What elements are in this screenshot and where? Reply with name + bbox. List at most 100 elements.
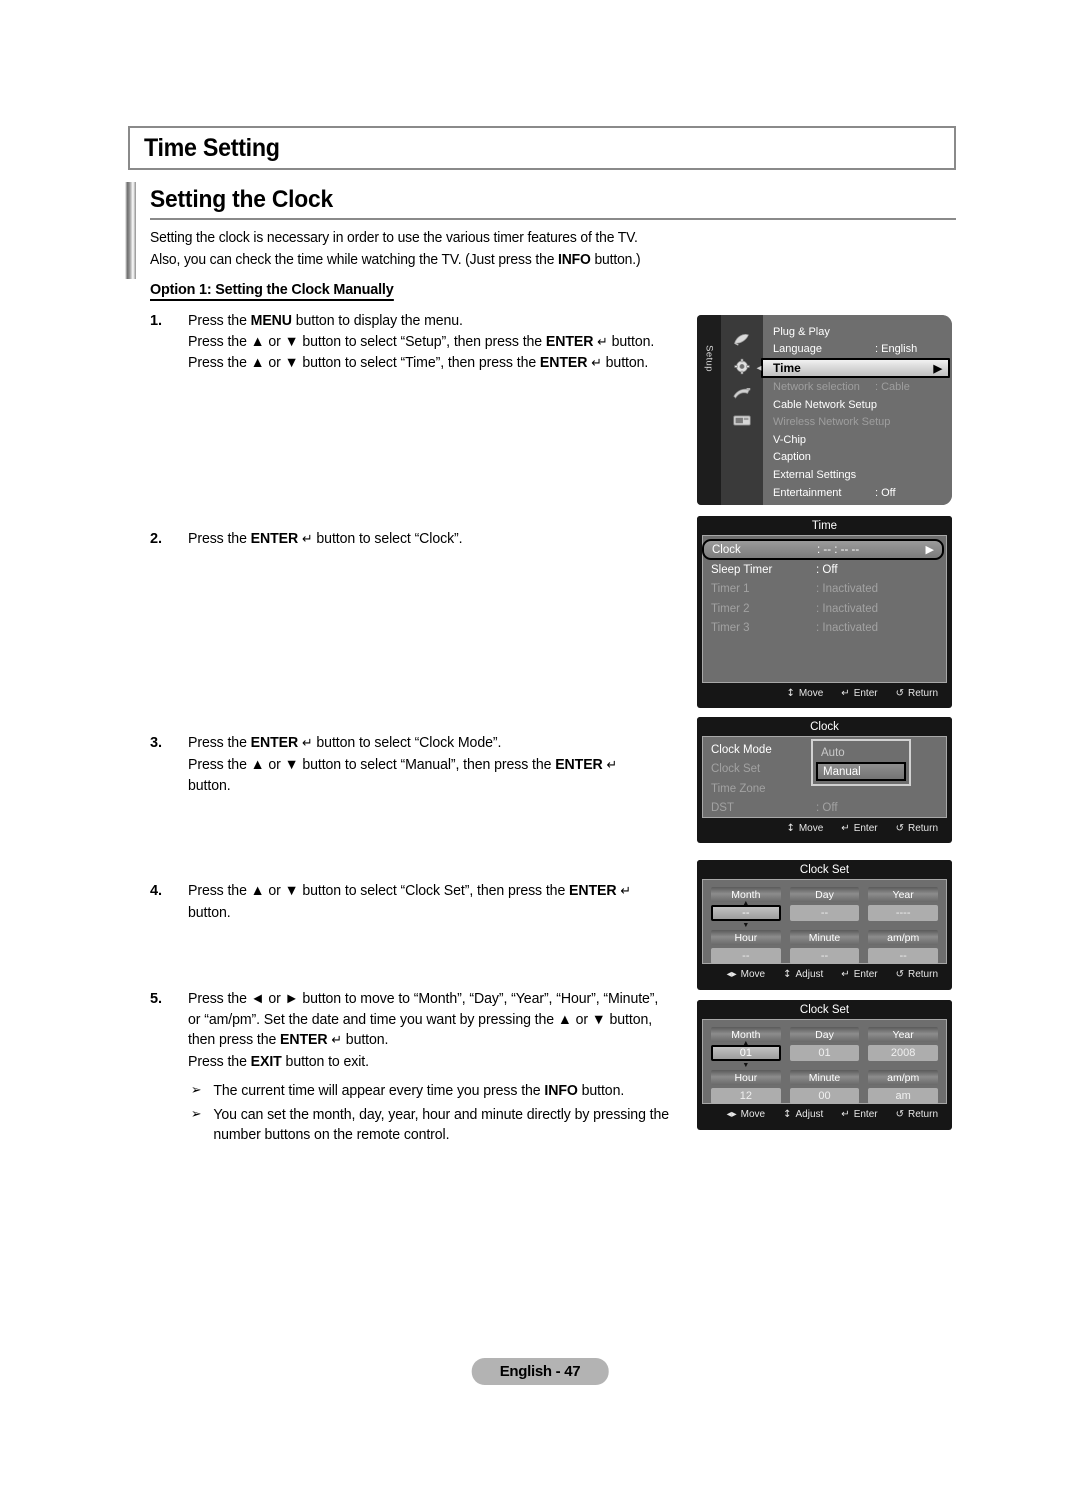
clock-set-cell-minute[interactable]: Minute -- [789, 930, 860, 964]
gear-icon [734, 358, 750, 375]
info-button-label: INFO [558, 252, 591, 268]
enter-key-icon: ↵ [301, 736, 313, 751]
enter-key-icon: ↵ [606, 757, 618, 773]
dropdown-option-auto[interactable]: Auto [816, 744, 906, 762]
hint-move: ↕ Move [786, 823, 823, 834]
updown-arrow-icon: ↕ [783, 968, 792, 980]
setup-item-time[interactable]: ◄ Time ▶ [755, 358, 950, 379]
clock-set-grid: Month 01 ▲ ▼ Day 01 Year 2008 Hour 12 Mi… [711, 1027, 938, 1104]
clock-set-cell-month[interactable]: Month 01 ▲ ▼ [711, 1027, 781, 1069]
hint-label: Enter [853, 1108, 878, 1120]
cell-value[interactable]: 12 [711, 1088, 781, 1104]
cell-value[interactable]: am [868, 1088, 938, 1104]
time-item-sleep-timer[interactable]: Sleep Timer : Off [703, 560, 946, 580]
clock-set-cell-month[interactable]: Month -- ▲ ▼ [711, 887, 781, 929]
info-button-label: INFO [544, 1083, 578, 1099]
setup-item-label: Entertainment [773, 486, 842, 499]
setup-item-plug-and-play[interactable]: Plug & Play [763, 323, 952, 341]
setup-item-label: Language [773, 343, 822, 356]
setup-item-cable-network-setup[interactable]: Cable Network Setup [763, 396, 952, 414]
note-1-part-a: The current time will appear every time … [213, 1083, 545, 1099]
osd-clock-set-empty: Clock Set Month -- ▲ ▼ Day -- Year ---- [697, 860, 952, 990]
hint-label: Move [798, 687, 824, 699]
setup-item-entertainment[interactable]: Entertainment : Off [763, 484, 952, 502]
hint-return: ↺ Return [896, 688, 938, 699]
time-item-timer-2[interactable]: Timer 2 : Inactivated [703, 599, 946, 619]
time-item-value: : Inactivated [816, 622, 879, 635]
up-arrow-icon: ▲ [742, 1040, 750, 1047]
clock-set-cell-ampm[interactable]: am/pm am [868, 1070, 938, 1104]
cell-value[interactable]: -- [711, 905, 781, 921]
clock-item-value: : Off [816, 802, 838, 815]
leftright-arrow-icon: ◂▸ [726, 968, 737, 980]
cell-value[interactable]: 01 [789, 1045, 860, 1061]
down-arrow-icon: ▼ [742, 1062, 750, 1069]
setup-item-v-chip[interactable]: V-Chip [763, 431, 952, 449]
s5l4a: Press the [188, 1053, 251, 1070]
updown-arrow-icon: ↕ [783, 1108, 792, 1120]
hint-move: ◂▸ Move [727, 1109, 766, 1120]
time-item-label: Sleep Timer [711, 563, 773, 576]
dropdown-option-manual[interactable]: Manual [816, 762, 906, 781]
time-item-timer-3[interactable]: Timer 3 : Inactivated [703, 619, 946, 639]
return-arrow-icon: ↺ [895, 687, 904, 699]
clock-set-cell-hour[interactable]: Hour -- [711, 930, 781, 964]
step-1-line-2: Press the ▲ or ▼ button to select “Setup… [188, 332, 682, 354]
clock-set-cell-minute[interactable]: Minute 00 [789, 1070, 860, 1104]
note-1: ➢ The current time will appear every tim… [188, 1081, 682, 1102]
enter-key-icon: ↵ [301, 532, 313, 547]
step-3-body: Press the ENTER ↵ button to select “Cloc… [188, 733, 682, 797]
cell-value[interactable]: -- [868, 948, 938, 964]
clock-set-cell-ampm[interactable]: am/pm -- [868, 930, 938, 964]
clock-set-filled-title: Clock Set [697, 1000, 952, 1019]
cell-value[interactable]: -- [711, 948, 781, 964]
cell-value[interactable]: ---- [868, 905, 938, 921]
cell-value[interactable]: 01 [711, 1045, 781, 1061]
clock-item-label: Clock Set [711, 763, 761, 776]
return-arrow-icon: ↺ [895, 968, 904, 980]
hint-label: Return [907, 687, 938, 699]
clock-set-cell-year[interactable]: Year 2008 [868, 1027, 938, 1061]
clock-item-dst[interactable]: DST : Off [703, 799, 946, 819]
cell-value[interactable]: -- [789, 948, 860, 964]
hint-return: ↺ Return [896, 823, 938, 834]
step-3-line-1: Press the ENTER ↵ button to select “Cloc… [188, 733, 682, 755]
setup-item-wireless-network-setup[interactable]: Wireless Network Setup [763, 413, 952, 431]
clock-set-grid: Month -- ▲ ▼ Day -- Year ---- Hour -- Mi… [711, 887, 938, 964]
clock-mode-dropdown[interactable]: Auto Manual [811, 739, 911, 786]
s2l1a: Press the [188, 531, 251, 547]
step-4-body: Press the ▲ or ▼ button to select “Clock… [188, 881, 682, 923]
setup-item-language[interactable]: Language : English [763, 341, 952, 359]
cell-value[interactable]: 2008 [868, 1045, 938, 1061]
s5l3b: button. [341, 1032, 389, 1048]
clock-item-label: Time Zone [711, 782, 766, 795]
setup-rail: Setup [697, 315, 721, 505]
step-1-line-3: Press the ▲ or ▼ button to select “Time”… [188, 353, 682, 375]
cell-value[interactable]: -- [789, 905, 860, 921]
s4l1a: Press the ▲ or ▼ button to select “Clock… [188, 883, 570, 899]
up-arrow-icon: ▲ [742, 900, 750, 907]
note-arrow-icon: ➢ [190, 1106, 202, 1122]
setup-item-caption[interactable]: Caption [763, 449, 952, 467]
setup-item-external-settings[interactable]: External Settings [763, 466, 952, 484]
clock-set-filled-body: Month 01 ▲ ▼ Day 01 Year 2008 Hour 12 Mi… [702, 1019, 947, 1104]
enter-button-label: ENTER [545, 333, 594, 350]
clock-set-cell-year[interactable]: Year ---- [868, 887, 938, 921]
leftright-arrow-icon: ◂▸ [726, 1108, 737, 1120]
clock-panel-body: Clock Mode : Clock Set Time Zone DST : O… [702, 736, 947, 818]
hint-enter: ↵ Enter [841, 823, 877, 834]
clock-set-cell-hour[interactable]: Hour 12 [711, 1070, 781, 1104]
cell-label: Day [789, 1027, 860, 1042]
clock-set-cell-day[interactable]: Day -- [789, 887, 860, 921]
menu-button-label: MENU [250, 313, 292, 329]
setup-item-network-selection[interactable]: Network selection : Cable [763, 378, 952, 396]
picture-icon [734, 334, 749, 346]
time-item-clock[interactable]: Clock : -- : -- -- ▶ [702, 539, 944, 560]
hint-label: Move [740, 1108, 766, 1120]
manual-page: Time Setting Setting the Clock Setting t… [0, 0, 1080, 1488]
hint-move: ↕ Move [786, 688, 823, 699]
clock-set-cell-day[interactable]: Day 01 [789, 1027, 860, 1061]
time-item-timer-1[interactable]: Timer 1 : Inactivated [703, 580, 946, 600]
step-5-number: 5. [150, 991, 162, 1007]
cell-value[interactable]: 00 [789, 1088, 860, 1104]
